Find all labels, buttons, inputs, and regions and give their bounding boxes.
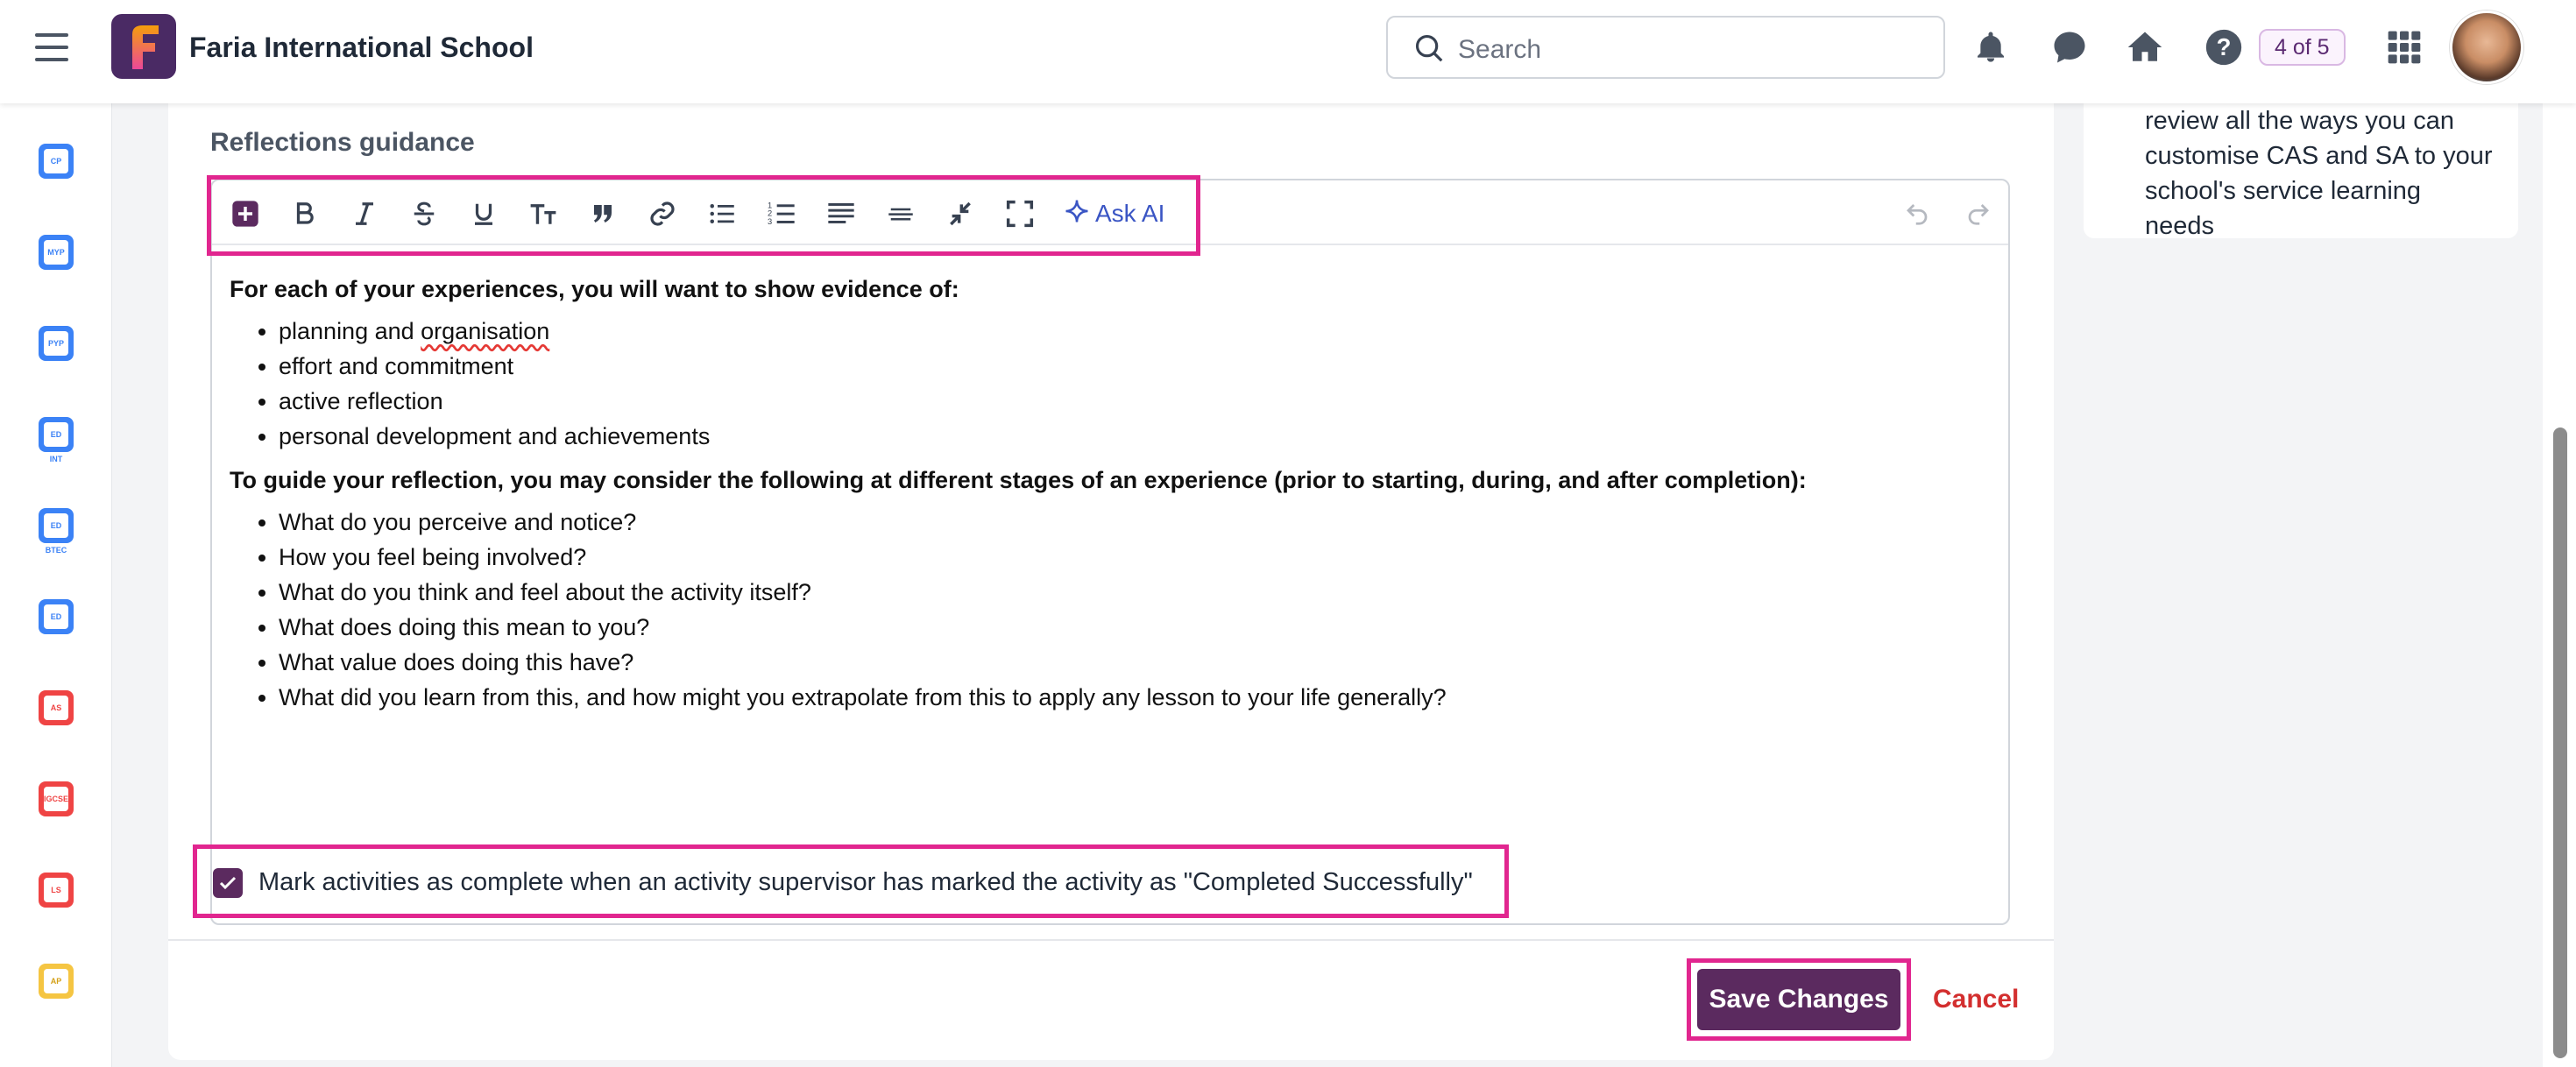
progress-badge[interactable]: 4 of 5	[2259, 29, 2346, 66]
text-size-icon[interactable]	[526, 196, 561, 231]
list-item: What do you perceive and notice?	[279, 505, 1991, 540]
menu-icon[interactable]	[35, 33, 68, 61]
side-help-text: review all the ways you can customise CA…	[2145, 107, 2493, 240]
list-item: What value does doing this have?	[279, 645, 1991, 680]
completed-successfully-checkbox[interactable]	[213, 868, 243, 898]
insert-icon[interactable]	[228, 196, 263, 231]
rail-item-label: AS	[44, 696, 68, 720]
top-bar: Faria International School Search ? 4 of…	[0, 0, 2576, 103]
footer-divider	[168, 939, 2054, 941]
settings-card: Reflections guidance 1 2 3 Ask AI For ea…	[168, 103, 2054, 1060]
ask-ai-label: Ask AI	[1095, 200, 1165, 227]
list-item: planning and organisation	[279, 314, 1991, 349]
save-changes-button[interactable]: Save Changes	[1697, 969, 1900, 1030]
rail-item-label: CP	[44, 149, 68, 173]
rail-item-myp[interactable]: MYP	[39, 235, 74, 270]
editor-toolbar: 123 Ask AI	[207, 175, 2008, 256]
rail-item-ed-int[interactable]: ED INT	[39, 417, 74, 463]
rail-item-label: IGCSE	[44, 787, 68, 811]
sparkle-icon	[1064, 198, 1090, 230]
reflection-questions-list: What do you perceive and notice? How you…	[230, 505, 1991, 715]
svg-text:3: 3	[768, 217, 772, 226]
italic-icon[interactable]	[347, 196, 382, 231]
list-item: personal development and achievements	[279, 419, 1991, 454]
search-icon	[1412, 32, 1446, 69]
search-input[interactable]: Search	[1386, 16, 1945, 79]
list-item: What did you learn from this, and how mi…	[279, 680, 1991, 715]
spellcheck-word[interactable]: organisation	[421, 318, 549, 344]
chat-icon[interactable]	[2049, 26, 2091, 68]
cancel-button[interactable]: Cancel	[1933, 985, 2019, 1014]
fullscreen-icon[interactable]	[1002, 196, 1037, 231]
save-highlight: Save Changes	[1687, 958, 1911, 1041]
align-icon[interactable]	[824, 196, 859, 231]
svg-text:?: ?	[2217, 33, 2232, 60]
rail-item-igcse[interactable]: IGCSE	[39, 781, 74, 816]
content-heading: To guide your reflection, you may consid…	[230, 467, 1807, 493]
rail-item-label: MYP	[44, 240, 68, 265]
numbered-list-icon[interactable]: 123	[764, 196, 799, 231]
list-item-text: planning and organisation	[279, 318, 550, 344]
rail-item-ed-btec[interactable]: ED BTEC	[39, 508, 74, 555]
section-label: Reflections guidance	[210, 128, 475, 157]
rail-item-label: AP	[44, 969, 68, 993]
search-placeholder: Search	[1458, 35, 1542, 64]
rail-item-ls[interactable]: LS	[39, 873, 74, 908]
school-name[interactable]: Faria International School	[189, 32, 534, 64]
rich-text-editor[interactable]: 123 Ask AI For each of your experiences,…	[207, 175, 2010, 925]
scrollbar[interactable]	[2543, 103, 2576, 1067]
underline-icon[interactable]	[466, 196, 501, 231]
school-logo[interactable]	[111, 14, 176, 79]
list-item: What does doing this mean to you?	[279, 610, 1991, 645]
rail-item-as[interactable]: AS	[39, 690, 74, 725]
rail-item-label: ED INT	[44, 422, 68, 463]
help-icon[interactable]: ?	[2203, 26, 2245, 68]
list-item: What do you think and feel about the act…	[279, 575, 1991, 610]
notification-bell-icon[interactable]	[1970, 26, 2012, 68]
rail-item-ap[interactable]: AP	[39, 964, 74, 999]
content-heading: For each of your experiences, you will w…	[230, 276, 959, 302]
list-item: effort and commitment	[279, 349, 1991, 384]
editor-content[interactable]: For each of your experiences, you will w…	[230, 272, 1991, 724]
rail-item-label: LS	[44, 878, 68, 902]
redo-icon[interactable]	[1961, 196, 1996, 231]
rail-item-label: ED BTEC	[44, 513, 68, 555]
link-icon[interactable]	[645, 196, 680, 231]
list-item: How you feel being involved?	[279, 540, 1991, 575]
apps-grid-icon[interactable]	[2383, 26, 2425, 68]
avatar[interactable]	[2450, 11, 2523, 84]
quote-icon[interactable]	[585, 196, 620, 231]
rail-item-ed[interactable]: ED	[39, 599, 74, 634]
strikethrough-icon[interactable]	[407, 196, 442, 231]
horizontal-rule-icon[interactable]	[883, 196, 918, 231]
rail-item-pyp[interactable]: PYP	[39, 326, 74, 361]
undo-icon[interactable]	[1900, 196, 1935, 231]
rail-item-label: ED	[44, 604, 68, 629]
home-icon[interactable]	[2124, 26, 2166, 68]
bold-icon[interactable]	[287, 196, 322, 231]
scrollbar-thumb[interactable]	[2553, 428, 2567, 1058]
list-item: active reflection	[279, 384, 1991, 419]
checkbox-label[interactable]: Mark activities as complete when an acti…	[258, 868, 1473, 897]
rail-item-label: PYP	[44, 331, 68, 356]
indent-icon[interactable]	[943, 196, 978, 231]
bullet-list-icon[interactable]	[704, 196, 740, 231]
evidence-list: planning and organisation effort and com…	[230, 314, 1991, 454]
complete-activities-option[interactable]: Mark activities as complete when an acti…	[193, 844, 1509, 918]
rail-item-cp[interactable]: CP	[39, 144, 74, 179]
left-rail: CP MYP PYP ED INT ED BTEC ED AS IGCSE LS…	[0, 103, 112, 1067]
ask-ai-button[interactable]: Ask AI	[1064, 196, 1164, 231]
